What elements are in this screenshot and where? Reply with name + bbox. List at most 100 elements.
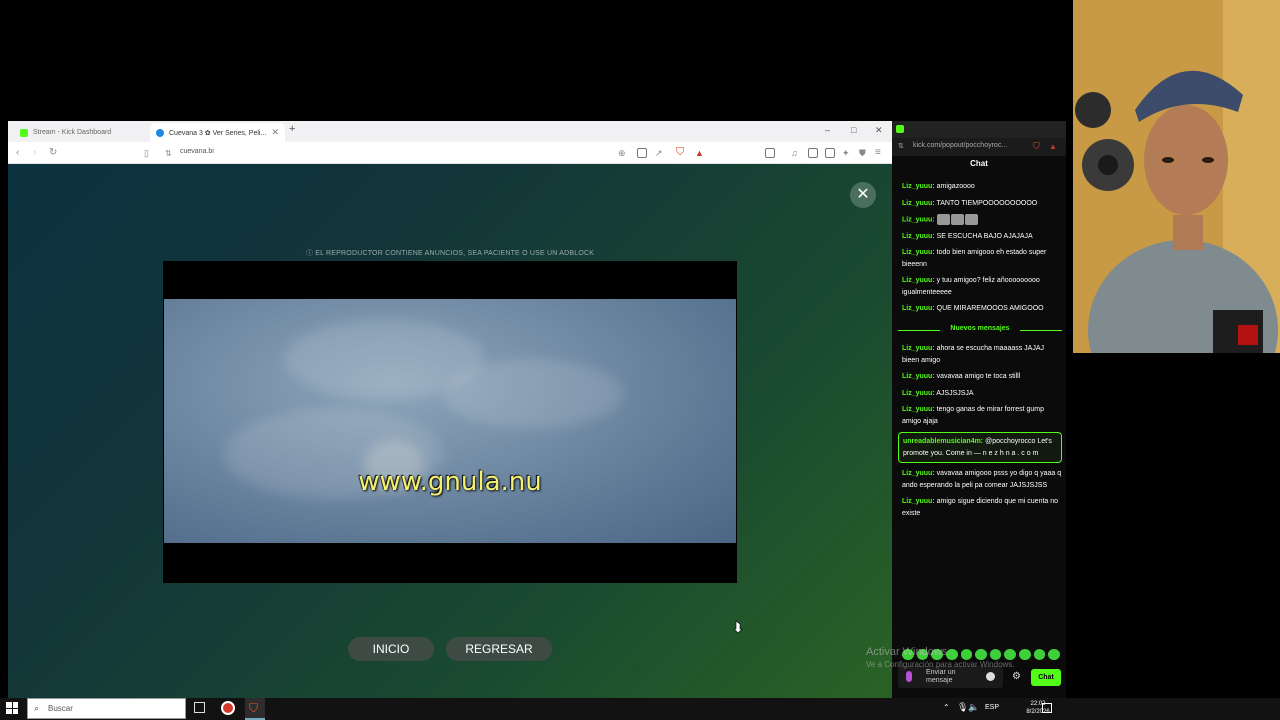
volume-icon[interactable]: 🔈 [968, 702, 979, 713]
activate-windows-title: Activar Windows [866, 646, 948, 658]
clock[interactable]: 22:02 8/2/2026 [1018, 700, 1058, 716]
chat-window-titlebar [892, 121, 1066, 138]
close-player-button[interactable]: ✕ [850, 182, 876, 208]
chat-message: Liz_yuuu: ahora se escucha maaaass JAJAJ… [902, 345, 1045, 364]
zoom-icon[interactable]: ⊕ [618, 147, 626, 159]
video-player[interactable]: www.gnula.nu [163, 261, 737, 583]
chat-input[interactable]: Enviar un mensaje [898, 666, 1003, 688]
maximize-button[interactable]: □ [851, 125, 856, 135]
emote-icon [1004, 649, 1017, 660]
tab-label: Stream - Kick Dashboard [33, 129, 112, 136]
chat-url[interactable]: kick.com/popout/pocchoyroc... [913, 142, 1007, 149]
webcam-overlay [1073, 0, 1280, 353]
chat-message: Liz_yuuu: TANTO TIEMPOOOOOOOOOO [902, 199, 1038, 207]
chat-messages-before: Liz_yuuu: amigazoooo Liz_yuuu: TANTO TIE… [898, 181, 1062, 320]
wallet-icon[interactable] [825, 148, 835, 158]
kick-favicon-icon [896, 125, 904, 133]
emote-icon [936, 214, 950, 225]
chat-message: Liz_yuuu: amigazoooo [902, 183, 975, 190]
media-icon[interactable]: ♫ [791, 147, 798, 159]
emote-icon [950, 214, 964, 225]
search-icon: ⌕ [34, 703, 40, 713]
chat-message: Liz_yuuu: y tuu amigoo? feliz añoooooooo… [902, 277, 1040, 296]
forward-arrow-icon[interactable]: › [33, 147, 36, 159]
share-icon[interactable]: ↗ [655, 147, 663, 159]
tab-label: Cuevana 3 ✿ Ver Series, Peli... [169, 129, 267, 137]
brave-shield-icon[interactable]: ⛉ [676, 146, 684, 158]
regresar-button[interactable]: REGRESAR [446, 637, 552, 661]
browser-window: Stream - Kick Dashboard Cuevana 3 ✿ Ver … [8, 121, 892, 698]
extensions-icon[interactable]: ✦ [842, 147, 850, 159]
activate-windows-subtitle: Ve a Configuración para activar Windows. [866, 660, 1015, 669]
chat-message: Liz_yuuu: vavavaa amigo te toca stilll [902, 373, 1021, 380]
chrome-app-icon[interactable] [221, 701, 235, 715]
bookmark-icon[interactable]: ▯ [144, 147, 149, 159]
tab-bar: Stream - Kick Dashboard Cuevana 3 ✿ Ver … [8, 121, 892, 142]
chat-message: Liz_yuuu: todo bien amigooo eh estado su… [902, 249, 1047, 268]
new-tab-button[interactable]: + [289, 123, 295, 135]
emote-icon [1033, 649, 1046, 660]
inicio-button[interactable]: INICIO [348, 637, 434, 661]
taskbar-search-input[interactable]: ⌕ Buscar [27, 698, 186, 719]
windows-start-button[interactable] [6, 702, 18, 714]
chat-message: Liz_yuuu: amigo sigue diciendo que mi cu… [902, 498, 1059, 517]
menu-icon[interactable]: ≡ [875, 147, 881, 159]
mouse-cursor-icon [733, 620, 743, 634]
video-frame: www.gnula.nu [164, 299, 736, 543]
emote-icon [1019, 649, 1031, 660]
new-messages-divider: Nuevos mensajes [898, 325, 1062, 335]
brave-shield-icon[interactable]: ⛉ [1033, 141, 1040, 152]
chat-message: Liz_yuuu: tengo ganas de mirar forrest g… [902, 406, 1045, 425]
clock-time: 22:02 [1030, 701, 1046, 707]
back-arrow-icon[interactable]: ‹ [16, 147, 19, 159]
microphone-icon[interactable]: 🎙 [957, 702, 968, 713]
language-indicator[interactable]: ESP [985, 704, 999, 711]
highlighted-chat-message: unreadablemusician4m: @pocchoyrocco Let'… [898, 432, 1062, 463]
chat-send-button[interactable]: Chat [1031, 669, 1061, 686]
streamer-webcam-image [1073, 0, 1280, 353]
video-watermark: www.gnula.nu [358, 467, 542, 497]
taskbar: ⌕ Buscar ⛉ ⌃ 🎙 🔈 ESP 22:02 8/2/2026 [0, 698, 1280, 720]
gear-icon[interactable]: ⚙ [1012, 671, 1021, 682]
brave-app-icon: ⛉ [249, 701, 259, 715]
emote-icon [964, 214, 978, 225]
tab-close-icon[interactable]: ✕ [271, 127, 279, 138]
tab-kick-dashboard[interactable]: Stream - Kick Dashboard [14, 123, 149, 142]
navigation-bar: ‹ › ↻ ▯ ⇅ cuevana.bi ⊕ ↗ ⛉ ▲ ♫ ✦ ⛊ ≡ [8, 142, 892, 164]
emote-icon [1048, 649, 1061, 660]
tab-cuevana[interactable]: Cuevana 3 ✿ Ver Series, Peli... ✕ [150, 123, 285, 142]
emote-icon [960, 649, 973, 660]
chat-input-placeholder: Enviar un mensaje [926, 669, 956, 684]
emote-icon [989, 649, 1002, 660]
clock-date: 8/2/2026 [1026, 709, 1050, 715]
chat-messages-after: Liz_yuuu: ahora se escucha maaaass JAJAJ… [898, 343, 1062, 524]
tray-chevron-icon[interactable]: ⌃ [943, 703, 950, 712]
emote-icon [945, 649, 958, 660]
notifications-icon[interactable] [1042, 703, 1052, 713]
search-placeholder: Buscar [48, 704, 73, 713]
reader-icon[interactable] [808, 148, 818, 158]
chat-popout-window: ⇅ kick.com/popout/pocchoyroc... ⛉ ▲ Chat… [892, 121, 1066, 698]
vpn-icon[interactable]: ⛊ [859, 147, 866, 159]
emoji-icon[interactable] [986, 672, 995, 681]
page-content: ✕ ⓘ EL REPRODUCTOR CONTIENE ANUNCIOS, SE… [8, 164, 892, 698]
brave-rewards-icon[interactable]: ▲ [695, 147, 704, 159]
chat-url-bar: ⇅ kick.com/popout/pocchoyroc... ⛉ ▲ [892, 138, 1066, 156]
brave-rewards-icon[interactable]: ▲ [1049, 142, 1057, 151]
screenshot-icon[interactable] [637, 148, 647, 158]
ad-notice: ⓘ EL REPRODUCTOR CONTIENE ANUNCIOS, SEA … [305, 250, 595, 257]
site-info-icon[interactable]: ⇅ [165, 148, 172, 160]
kick-favicon-icon [20, 128, 28, 137]
minimize-button[interactable]: – [825, 125, 830, 135]
chat-title: Chat [970, 159, 988, 168]
url-field[interactable]: cuevana.bi [180, 148, 214, 155]
cuevana-favicon-icon [156, 128, 164, 137]
task-view-icon[interactable] [194, 702, 205, 713]
user-badge-icon [906, 671, 912, 682]
close-window-button[interactable]: ✕ [875, 125, 883, 136]
chat-message: Liz_yuuu: SE ESCUCHA BAJO AJAJAJA [902, 232, 1033, 240]
emote-icon [975, 649, 987, 660]
site-info-icon[interactable]: ⇅ [898, 142, 904, 150]
reload-icon[interactable]: ↻ [49, 147, 57, 159]
sidebar-icon[interactable] [765, 148, 775, 158]
